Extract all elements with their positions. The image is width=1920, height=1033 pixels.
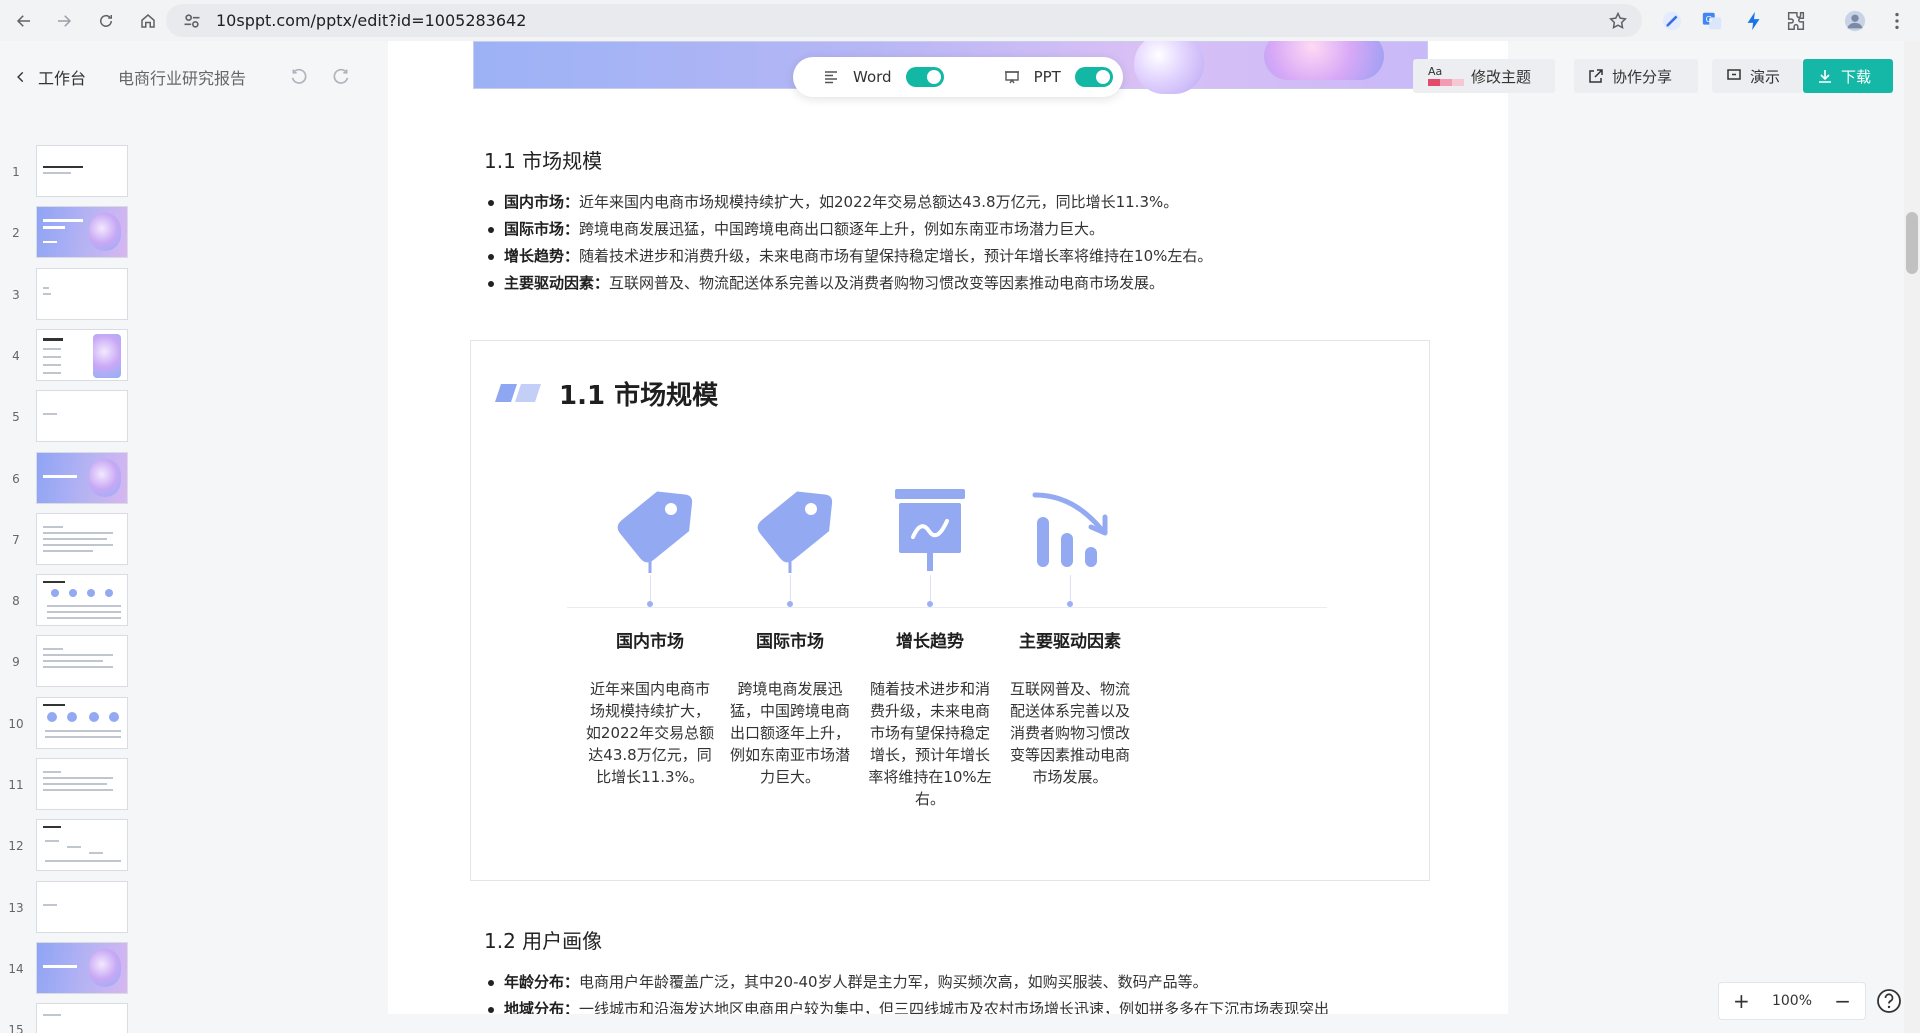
column-label: 增长趋势: [896, 632, 964, 652]
thumbnail-item[interactable]: 12: [0, 819, 388, 873]
column-description: 跨境电商发展迅猛，中国跨境电商出口额逐年上升，例如东南亚市场潜力巨大。: [729, 680, 850, 786]
column-label: 国内市场: [616, 632, 684, 652]
browser-toolbar: 10sppt.com/pptx/edit?id=1005283642 G: [0, 0, 1920, 41]
thumbnail-item[interactable]: 15: [0, 1003, 388, 1033]
column-label: 国际市场: [756, 632, 824, 652]
profile-avatar-icon[interactable]: [1842, 8, 1868, 34]
address-bar[interactable]: 10sppt.com/pptx/edit?id=1005283642: [166, 4, 1642, 37]
word-switch[interactable]: [905, 67, 944, 87]
redo-icon[interactable]: [330, 67, 350, 87]
bullet-list: 国内市场：近年来国内电商市场规模持续扩大，如2022年交易总额达43.8万亿元，…: [486, 189, 1386, 297]
bar-chart-trend-icon: [1025, 485, 1115, 575]
thumbnail-item[interactable]: 7: [0, 513, 388, 567]
site-settings-icon[interactable]: [182, 11, 202, 31]
reload-icon[interactable]: [92, 7, 120, 35]
slide-title-decoration-icon: [495, 384, 541, 402]
thumbnail-item[interactable]: 8: [0, 574, 388, 628]
document-page: 1.1 市场规模 国内市场：近年来国内电商市场规模持续扩大，如2022年交易总额…: [388, 41, 1508, 1014]
column-description: 互联网普及、物流配送体系完善以及消费者购物习惯改变等因素推动电商市场发展。: [1009, 680, 1130, 786]
document-lines-icon: [825, 71, 837, 84]
browser-menu-icon[interactable]: [1884, 8, 1910, 34]
thumbnail-item[interactable]: 13: [0, 881, 388, 935]
slide-column: 国际市场 跨境电商发展迅猛，中国跨境电商出口额逐年上升，例如东南亚市场潜力巨大。: [715, 485, 865, 788]
slide-title: 1.1 市场规模: [559, 381, 719, 411]
app-header-left: 工作台 电商行业研究报告: [0, 41, 388, 113]
bookmark-star-icon[interactable]: [1608, 11, 1628, 31]
collaborate-share-button[interactable]: 协作分享: [1574, 59, 1698, 93]
word-toggle[interactable]: Word: [823, 67, 944, 87]
present-screen-icon: [1727, 69, 1741, 80]
back-to-workspace-button[interactable]: 工作台: [14, 65, 86, 89]
download-icon: [1819, 70, 1831, 83]
svg-text:G: G: [1706, 14, 1712, 24]
thumbnail-item[interactable]: 5: [0, 390, 388, 444]
bullet-item[interactable]: 国际市场：跨境电商发展迅猛，中国跨境电商出口额逐年上升，例如东南亚市场潜力巨大。: [486, 216, 1386, 243]
slide-column: 增长趋势 随着技术进步和消费升级，未来电商市场有望保持稳定增长，预计年增长率将维…: [855, 485, 1005, 810]
bullet-list: 年龄分布：电商用户年龄覆盖广泛，其中20-40岁人群是主力军，购买频次高，如购买…: [486, 969, 1386, 1014]
zoom-control: + 100% −: [1718, 982, 1866, 1020]
home-icon[interactable]: [134, 7, 162, 35]
forward-icon[interactable]: [50, 7, 78, 35]
thumbnail-item[interactable]: 10: [0, 697, 388, 751]
theme-badge-text: Aa: [1428, 65, 1442, 78]
bullet-item[interactable]: 国内市场：近年来国内电商市场规模持续扩大，如2022年交易总额达43.8万亿元，…: [486, 189, 1386, 216]
download-button[interactable]: 下载: [1803, 59, 1893, 93]
slide-column: 国内市场 近年来国内电商市场规模持续扩大，如2022年交易总额达43.8万亿元，…: [575, 485, 725, 788]
bullet-item[interactable]: 年龄分布：电商用户年龄覆盖广泛，其中20-40岁人群是主力军，购买频次高，如购买…: [486, 969, 1386, 996]
help-icon[interactable]: [1874, 986, 1904, 1016]
column-description: 随着技术进步和消费升级，未来电商市场有望保持稳定增长，预计年增长率将维持在10%…: [868, 680, 992, 808]
extension-pen-icon[interactable]: [1659, 8, 1685, 34]
extensions-puzzle-icon[interactable]: [1783, 8, 1809, 34]
back-label: 工作台: [38, 69, 87, 88]
document-title[interactable]: 电商行业研究报告: [118, 65, 246, 89]
present-button[interactable]: 演示: [1712, 59, 1802, 93]
thumbnail-item[interactable]: 14: [0, 942, 388, 996]
column-label: 主要驱动因素: [1019, 632, 1121, 652]
ppt-toggle[interactable]: PPT: [1004, 67, 1113, 87]
thumbnail-item[interactable]: 6: [0, 452, 388, 506]
tag-icon: [605, 485, 695, 575]
bullet-item[interactable]: 地域分布：一线城市和沿海发达地区电商用户较为集中，但三四线城市及农村市场增长迅速…: [486, 996, 1386, 1014]
back-icon[interactable]: [10, 7, 38, 35]
bullet-item[interactable]: 增长趋势：随着技术进步和消费升级，未来电商市场有望保持稳定增长，预计年增长率将维…: [486, 243, 1386, 270]
chevron-left-icon: [17, 71, 24, 83]
translate-icon[interactable]: G: [1699, 8, 1725, 34]
bullet-item[interactable]: 主要驱动因素：互联网普及、物流配送体系完善以及消费者购物习惯改变等因素推动电商市…: [486, 270, 1386, 297]
thumbnail-item[interactable]: 4: [0, 329, 388, 383]
scrollbar-thumb[interactable]: [1906, 212, 1918, 274]
presentation-chart-icon: [885, 485, 975, 575]
slide-rail: 工作台 电商行业研究报告 1 2 3 4 5 6 7 8 9 10 11 12 …: [0, 41, 388, 1033]
thumbnail-item[interactable]: 11: [0, 758, 388, 812]
url-text: 10sppt.com/pptx/edit?id=1005283642: [216, 11, 527, 30]
section-heading[interactable]: 1.2 用户画像: [484, 925, 602, 954]
share-icon: [1589, 69, 1603, 83]
view-mode-toggle: Word PPT: [793, 57, 1123, 97]
vertical-scrollbar[interactable]: [1904, 41, 1920, 1033]
thumbnail-item[interactable]: 1: [0, 145, 388, 199]
zoom-level: 100%: [1771, 993, 1813, 1009]
thumbnail-item[interactable]: 3: [0, 268, 388, 322]
thumbnail-item[interactable]: 2: [0, 206, 388, 260]
undo-icon[interactable]: [290, 67, 310, 87]
ppt-switch[interactable]: [1074, 67, 1113, 87]
slide-column: 主要驱动因素 互联网普及、物流配送体系完善以及消费者购物习惯改变等因素推动电商市…: [995, 485, 1145, 788]
slide-preview[interactable]: 1.1 市场规模 国内市场 近年来国内电商市场规模持续扩大，如2022年交易总额…: [470, 340, 1430, 881]
theme-palette-icon: Aa: [1428, 65, 1464, 86]
zoom-in-button[interactable]: +: [1733, 989, 1750, 1013]
lightning-icon[interactable]: [1741, 8, 1767, 34]
thumbnail-item[interactable]: 9: [0, 635, 388, 689]
tag-icon: [745, 485, 835, 575]
zoom-out-button[interactable]: −: [1834, 989, 1851, 1013]
section-heading[interactable]: 1.1 市场规模: [484, 145, 602, 174]
column-description: 近年来国内电商市场规模持续扩大，如2022年交易总额达43.8万亿元，同比增长1…: [585, 680, 715, 786]
presentation-icon: [1004, 71, 1019, 84]
